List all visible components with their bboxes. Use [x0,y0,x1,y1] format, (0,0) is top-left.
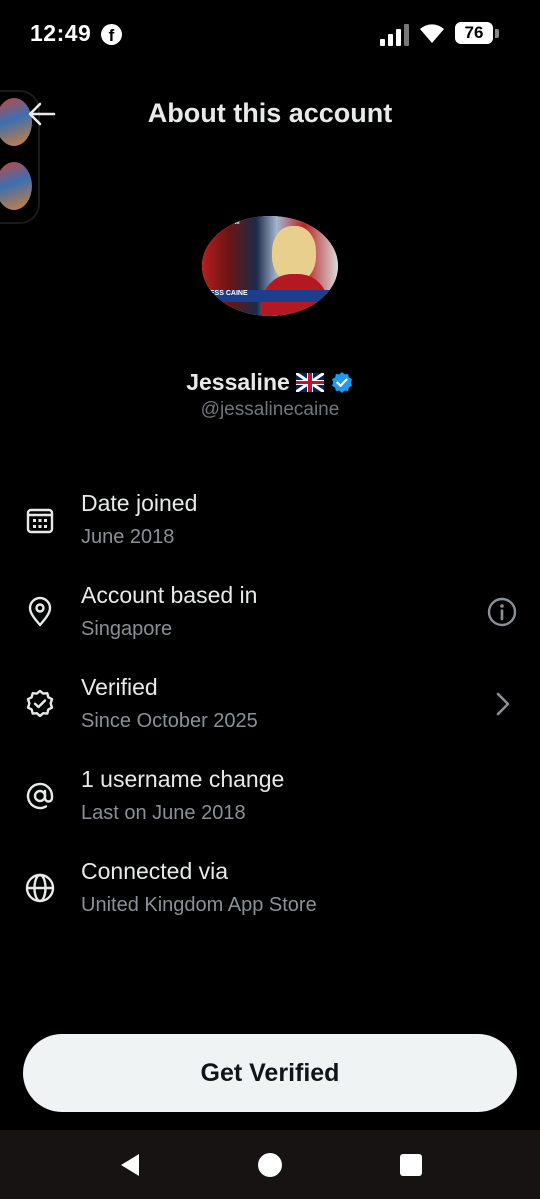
account-handle: @jessalinecaine [200,399,340,420]
wifi-icon [420,24,444,43]
nav-back-icon[interactable] [117,1152,143,1178]
globe-icon [25,873,55,903]
battery-tip [495,29,499,38]
chevron-right-icon[interactable] [486,688,518,720]
row-title: 1 username change [81,766,285,792]
row-connected-via: Connected via United Kingdom App Store [0,848,540,928]
top-bar: About this account [0,86,540,142]
display-name-row: Jessaline [0,369,540,396]
battery-indicator: 76 [455,22,493,44]
get-verified-button[interactable]: Get Verified [23,1034,517,1112]
nav-recents-icon[interactable] [398,1152,424,1178]
info-icon[interactable] [486,596,518,628]
row-subtitle: United Kingdom App Store [81,894,317,916]
row-title: Date joined [81,490,198,516]
uk-flag-icon [295,373,324,392]
row-subtitle: Since October 2025 [81,710,258,732]
status-time: 12:49 [30,20,92,46]
row-username-change: 1 username change Last on June 2018 [0,756,540,836]
avatar-top-text: S.COM [220,220,240,226]
row-title: Verified [81,674,158,700]
nav-home-icon[interactable] [257,1152,283,1178]
row-account-based-in: Account based in Singapore [0,572,540,652]
row-verified[interactable]: Verified Since October 2025 [0,664,540,744]
floating-bubble[interactable] [0,162,32,210]
system-nav-bar [0,1130,540,1199]
row-date-joined: Date joined June 2018 [0,480,540,560]
verified-badge-outline-icon [26,689,54,718]
row-subtitle: June 2018 [81,526,175,548]
row-subtitle: Singapore [81,618,173,640]
row-title: Account based in [81,582,258,608]
row-title: Connected via [81,858,229,884]
avatar-lower-third-text: JESS CAINE [206,290,248,297]
row-subtitle: Last on June 2018 [81,802,246,824]
avatar[interactable]: JESS CAINE S.COM [202,216,338,316]
facebook-icon: f [101,24,122,45]
at-sign-icon [26,782,54,810]
page-title: About this account [147,98,393,128]
status-bar: 12:49 f 76 [0,0,540,68]
verified-badge-icon [331,371,352,393]
location-pin-icon [28,596,52,627]
calendar-icon [26,508,54,534]
display-name: Jessaline [186,369,290,395]
cell-signal-icon [380,24,409,46]
